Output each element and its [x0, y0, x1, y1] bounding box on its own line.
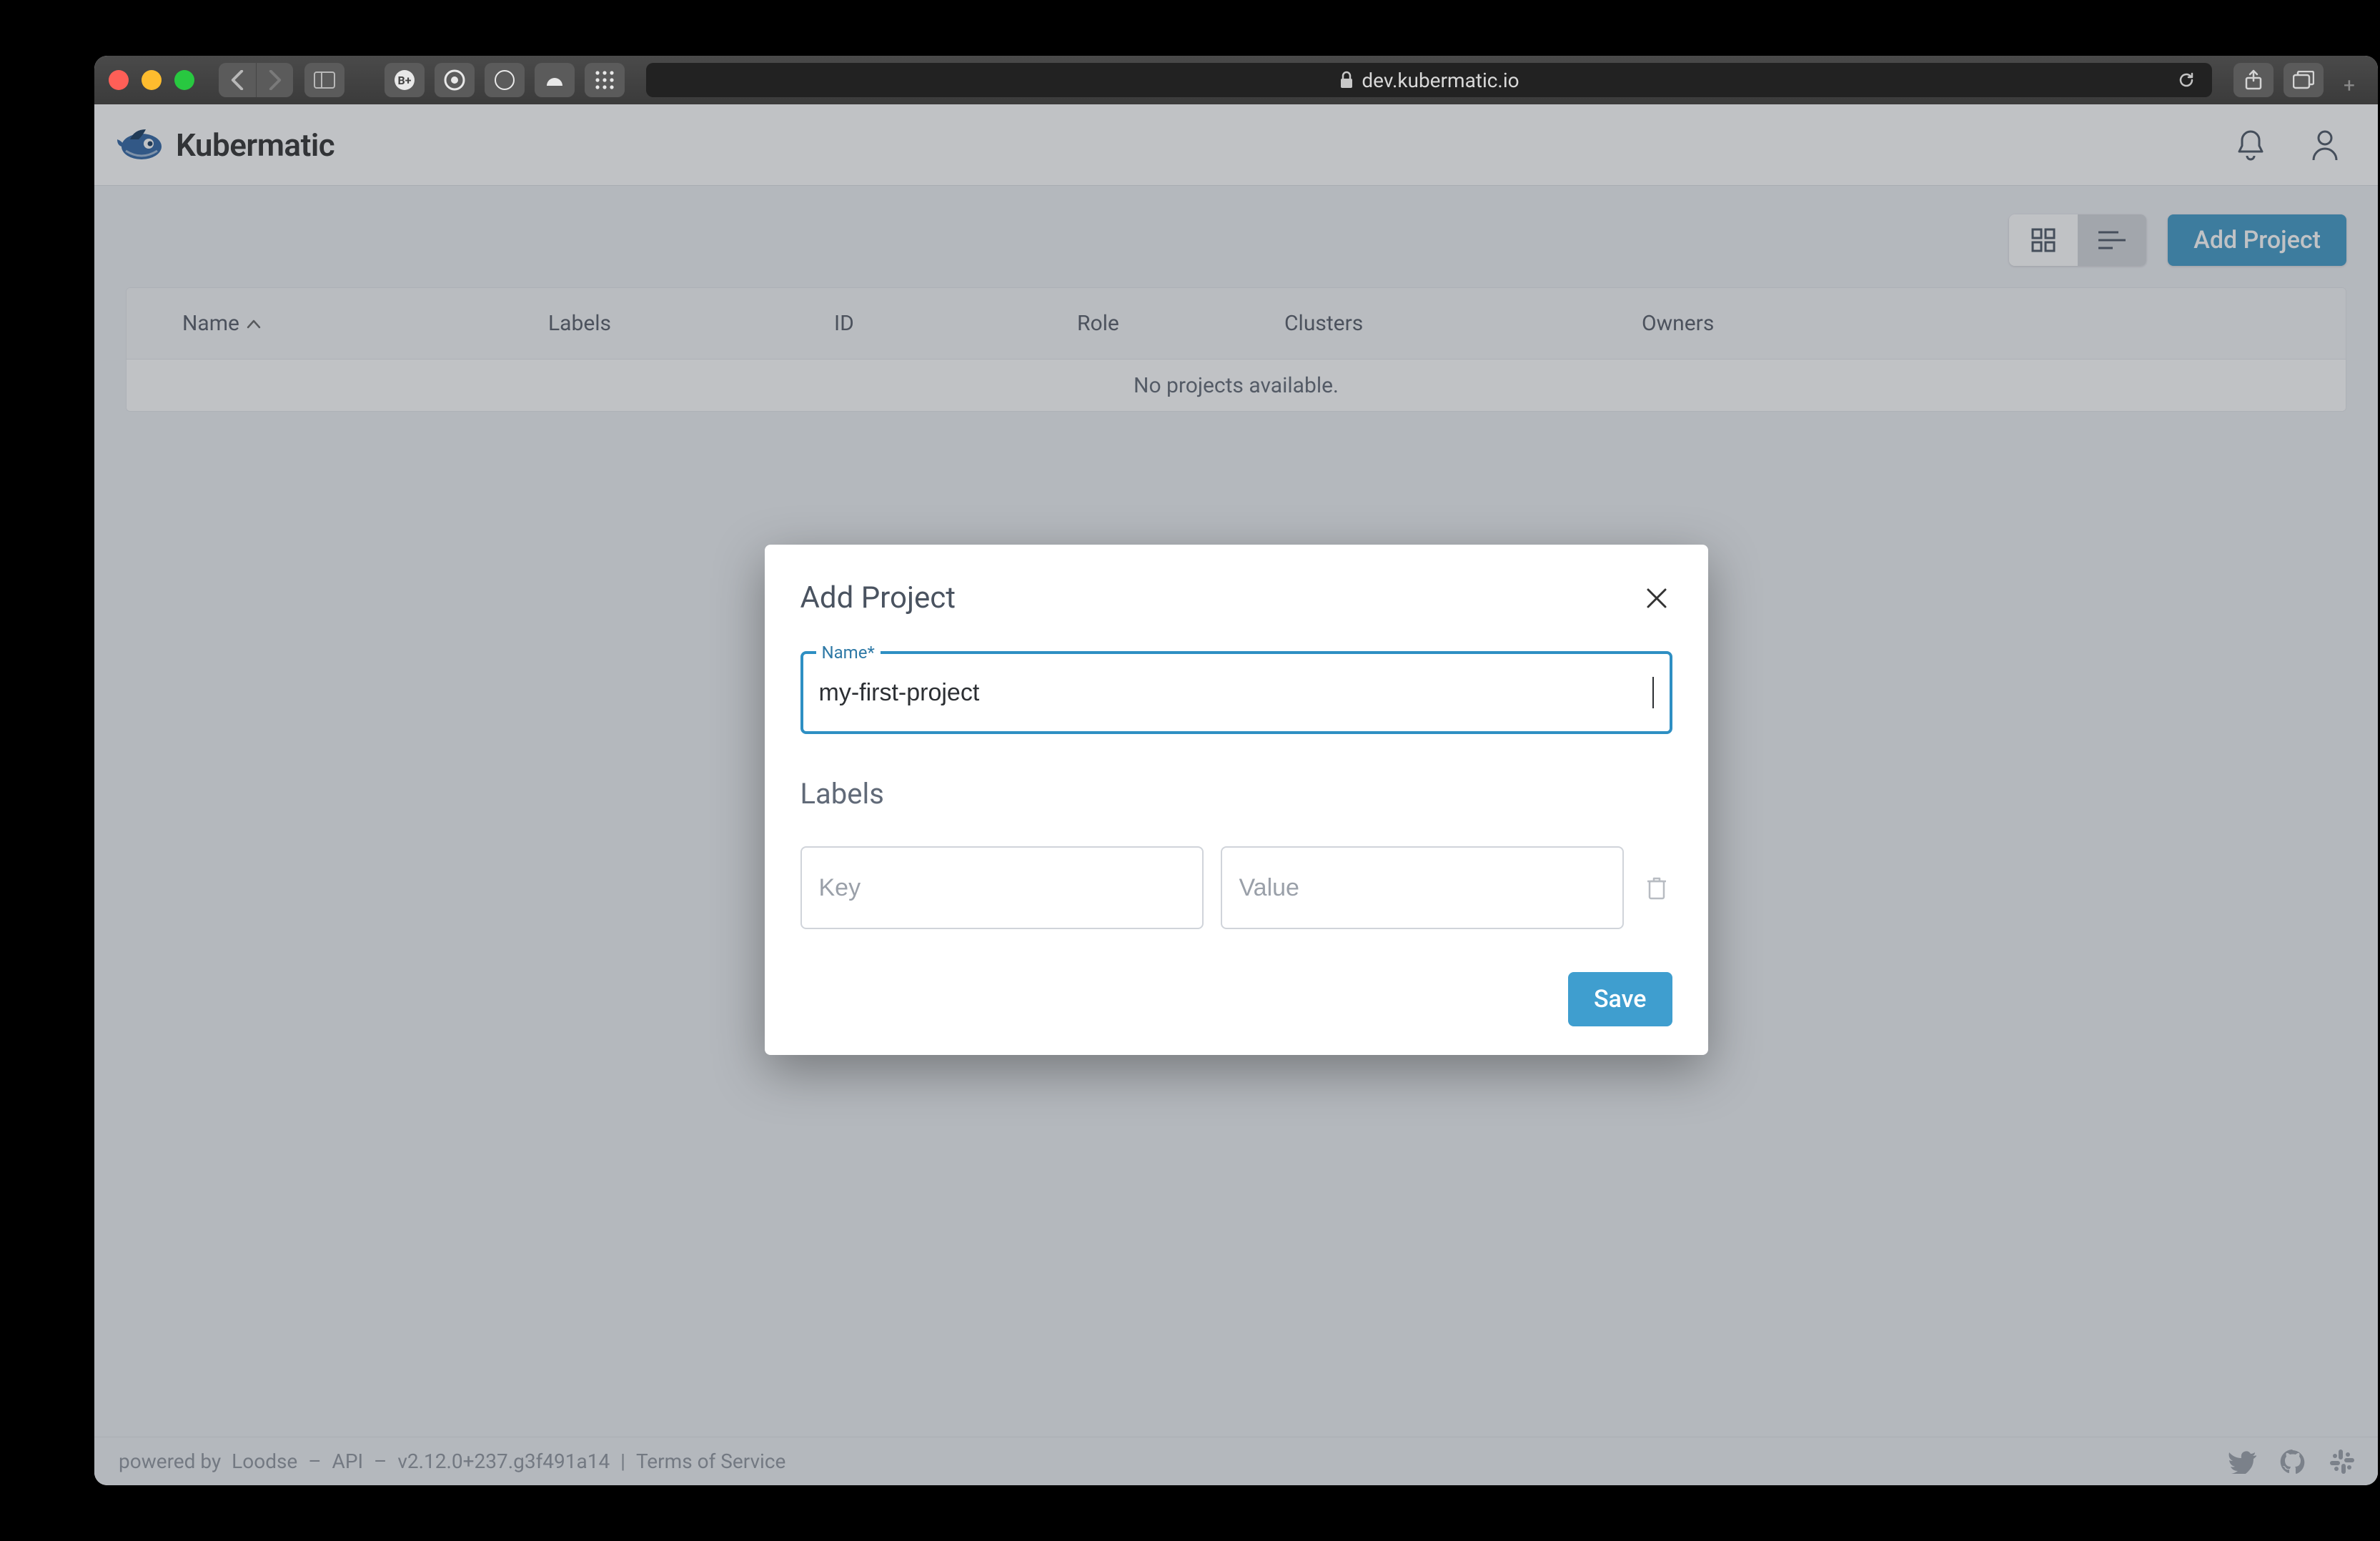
extension-grid-button[interactable]	[585, 63, 625, 97]
save-button[interactable]: Save	[1568, 972, 1672, 1026]
svg-text:B+: B+	[398, 74, 412, 87]
refresh-button[interactable]	[2176, 70, 2196, 90]
window-maximize-button[interactable]	[174, 70, 194, 90]
extension-button-3[interactable]	[485, 63, 525, 97]
text-cursor	[1652, 677, 1654, 708]
address-bar[interactable]: dev.kubermatic.io	[646, 63, 2212, 97]
nav-back-button[interactable]	[219, 63, 256, 97]
app-root: Kubermatic	[94, 104, 2378, 1485]
traffic-lights	[109, 70, 194, 90]
add-project-modal: Add Project Name* Labels	[765, 545, 1708, 1055]
labels-section-title: Labels	[800, 777, 1672, 811]
label-key-field[interactable]	[800, 846, 1204, 929]
label-value-input[interactable]	[1239, 874, 1605, 902]
extension-button-4[interactable]	[535, 63, 575, 97]
modal-title: Add Project	[800, 580, 956, 615]
url-host: dev.kubermatic.io	[1362, 69, 1519, 92]
browser-chrome: B+	[94, 56, 2378, 104]
window-minimize-button[interactable]	[142, 70, 162, 90]
name-field[interactable]: Name*	[800, 651, 1672, 734]
label-key-input[interactable]	[819, 874, 1185, 902]
name-input[interactable]	[819, 679, 1652, 707]
label-row	[800, 846, 1672, 929]
name-field-label: Name*	[816, 643, 881, 663]
modal-close-button[interactable]	[1641, 583, 1672, 614]
label-value-field[interactable]	[1221, 846, 1624, 929]
browser-window: B+	[94, 56, 2378, 1485]
share-button[interactable]	[2233, 63, 2274, 97]
sidebar-toggle-button[interactable]	[304, 63, 344, 97]
lock-icon	[1339, 71, 1354, 89]
tabs-button[interactable]	[2284, 63, 2324, 97]
delete-label-button[interactable]	[1641, 876, 1672, 900]
extension-button-2[interactable]	[435, 63, 475, 97]
new-tab-button[interactable]: +	[2335, 63, 2364, 97]
save-label: Save	[1594, 985, 1647, 1014]
window-close-button[interactable]	[109, 70, 129, 90]
extension-button-1[interactable]: B+	[385, 63, 425, 97]
nav-forward-button[interactable]	[256, 63, 293, 97]
